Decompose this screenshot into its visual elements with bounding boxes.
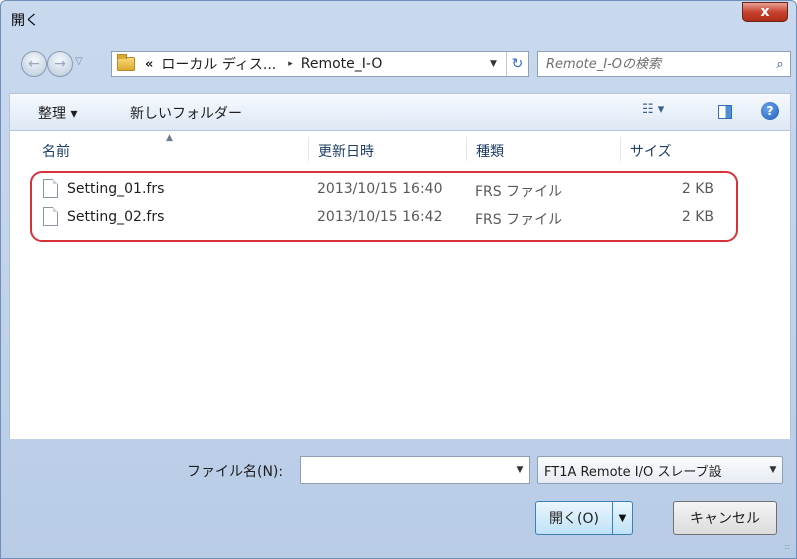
search-input[interactable] bbox=[546, 53, 770, 75]
change-view-icon[interactable]: ☷ ▾ bbox=[642, 102, 664, 117]
file-row[interactable]: Setting_01.frs 2013/10/15 16:40 FRS ファイル… bbox=[10, 178, 792, 202]
window-title: 開く bbox=[11, 13, 39, 29]
breadcrumb-separator-icon[interactable]: ▸ bbox=[288, 59, 293, 69]
column-header-type[interactable]: 種類 bbox=[476, 141, 504, 161]
search-box: ⌕ bbox=[537, 51, 791, 77]
column-divider[interactable] bbox=[308, 137, 309, 161]
file-size: 2 KB bbox=[681, 181, 714, 197]
close-button[interactable]: x bbox=[742, 2, 788, 22]
address-bar[interactable]: « ローカル ディス... ▸ Remote_I-O ▼ ↻ bbox=[111, 51, 529, 77]
file-size: 2 KB bbox=[681, 209, 714, 225]
column-header-date[interactable]: 更新日時 bbox=[318, 141, 374, 161]
address-dropdown-icon[interactable]: ▼ bbox=[490, 59, 506, 69]
preview-pane-icon[interactable] bbox=[718, 105, 732, 119]
organize-button[interactable]: 整理 ▾ bbox=[38, 103, 77, 123]
breadcrumb-remote-io[interactable]: Remote_I-O bbox=[301, 56, 383, 72]
new-folder-button[interactable]: 新しいフォルダー bbox=[130, 103, 242, 123]
close-icon: x bbox=[760, 4, 770, 20]
navigation-bar: ← → ▽ « ローカル ディス... ▸ Remote_I-O ▼ ↻ ⌕ bbox=[9, 47, 791, 79]
back-arrow-icon: ← bbox=[28, 56, 40, 72]
column-divider[interactable] bbox=[620, 137, 621, 161]
file-list[interactable]: ▲ 名前 更新日時 種類 サイズ Setting_01.frs 2013/10/… bbox=[9, 131, 791, 439]
document-icon bbox=[43, 179, 58, 198]
breadcrumb-overflow-button[interactable]: « bbox=[145, 57, 153, 72]
cancel-button[interactable]: キャンセル bbox=[673, 501, 777, 535]
open-options-icon[interactable]: ▼ bbox=[612, 502, 632, 534]
filename-combobox: ▼ bbox=[300, 456, 530, 484]
sort-ascending-icon: ▲ bbox=[166, 133, 173, 143]
file-name: Setting_01.frs bbox=[67, 181, 165, 197]
file-date: 2013/10/15 16:40 bbox=[317, 181, 443, 197]
filename-label: ファイル名(N): bbox=[187, 464, 284, 480]
command-toolbar: 整理 ▾ 新しいフォルダー ☷ ▾ ? bbox=[9, 93, 791, 131]
folder-icon bbox=[117, 54, 135, 71]
forward-arrow-icon: → bbox=[54, 56, 66, 72]
column-divider[interactable] bbox=[466, 137, 467, 161]
resize-grip-icon[interactable]: ::: bbox=[784, 542, 790, 551]
column-header-size[interactable]: サイズ bbox=[630, 141, 672, 161]
breadcrumb-local-disk[interactable]: ローカル ディス... bbox=[161, 54, 276, 74]
file-name: Setting_02.frs bbox=[67, 209, 165, 225]
forward-button[interactable]: → bbox=[47, 51, 73, 77]
back-button[interactable]: ← bbox=[21, 51, 47, 77]
refresh-icon[interactable]: ↻ bbox=[506, 52, 528, 76]
help-icon[interactable]: ? bbox=[761, 102, 779, 120]
file-row[interactable]: Setting_02.frs 2013/10/15 16:42 FRS ファイル… bbox=[10, 206, 792, 230]
open-file-dialog: 開く x ← → ▽ « ローカル ディス... ▸ Remote_I-O ▼ … bbox=[0, 0, 797, 559]
open-button-label: 開く(O) bbox=[549, 511, 599, 527]
filename-dropdown-icon[interactable]: ▼ bbox=[511, 465, 529, 475]
column-header-name[interactable]: 名前 bbox=[42, 141, 70, 161]
file-type: FRS ファイル bbox=[475, 184, 563, 200]
filetype-dropdown-icon: ▼ bbox=[769, 465, 777, 475]
filename-input[interactable] bbox=[305, 458, 511, 482]
search-icon[interactable]: ⌕ bbox=[770, 57, 790, 72]
dialog-footer: ファイル名(N): ▼ FT1A Remote I/O スレーブ設 ▼ 開く(O… bbox=[9, 439, 791, 553]
open-button[interactable]: 開く(O) ▼ bbox=[535, 501, 633, 535]
filetype-value: FT1A Remote I/O スレーブ設 bbox=[544, 464, 722, 480]
file-date: 2013/10/15 16:42 bbox=[317, 209, 443, 225]
file-type: FRS ファイル bbox=[475, 212, 563, 228]
filetype-select[interactable]: FT1A Remote I/O スレーブ設 ▼ bbox=[537, 456, 783, 484]
recent-locations-icon[interactable]: ▽ bbox=[75, 56, 83, 67]
title-bar[interactable]: 開く x bbox=[1, 1, 796, 35]
document-icon bbox=[43, 207, 58, 226]
